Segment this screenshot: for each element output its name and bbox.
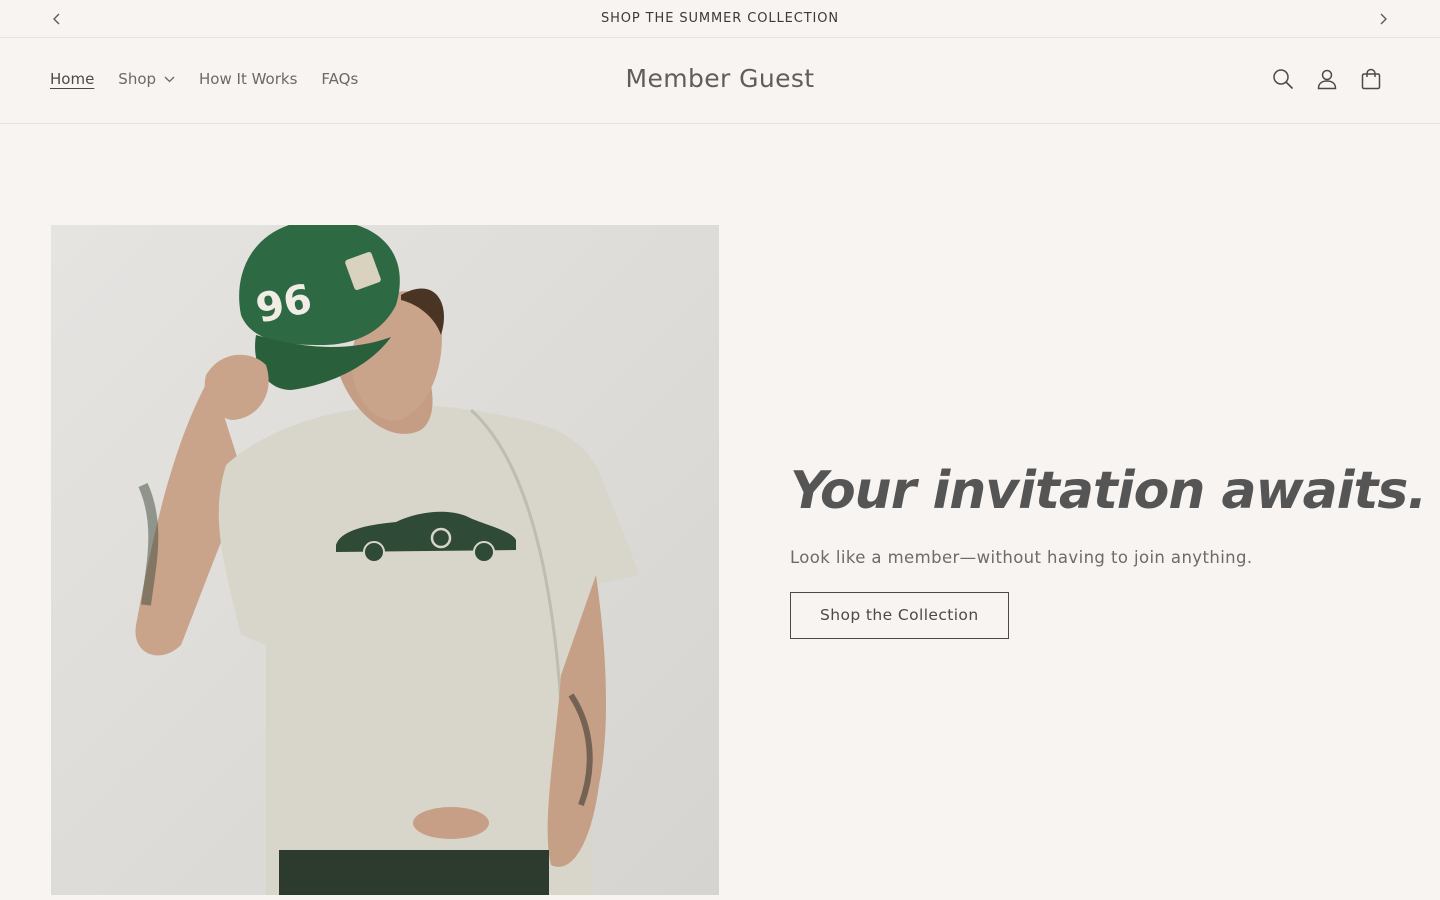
search-button[interactable] <box>1270 66 1296 92</box>
brand-name[interactable]: Member Guest <box>625 64 814 93</box>
hero-photo-illustration: 96 <box>51 225 719 895</box>
account-button[interactable] <box>1314 66 1340 92</box>
announcement-bar: SHOP THE SUMMER COLLECTION <box>0 0 1440 38</box>
hero-content: Your invitation awaits. Look like a memb… <box>790 458 1427 639</box>
hero-image: 96 <box>51 225 719 895</box>
announcement-text[interactable]: SHOP THE SUMMER COLLECTION <box>601 11 839 26</box>
cart-button[interactable] <box>1358 66 1384 92</box>
shop-collection-button[interactable]: Shop the Collection <box>790 592 1009 639</box>
header-icons <box>1252 66 1384 92</box>
search-icon <box>1273 69 1294 90</box>
site-header: Home Shop How It Works FAQs Member Guest <box>0 39 1440 124</box>
announcement-next-button[interactable] <box>1373 9 1393 29</box>
hero-subtitle: Look like a member—without having to joi… <box>790 548 1253 567</box>
hero-title: Your invitation awaits. <box>790 461 1427 521</box>
announcement-prev-button[interactable] <box>47 9 67 29</box>
brand-logo: Member Guest <box>0 64 1440 93</box>
chevron-right-icon <box>1380 13 1387 25</box>
chevron-left-icon <box>53 13 60 25</box>
cart-icon <box>1361 68 1381 90</box>
account-icon <box>1317 69 1337 90</box>
